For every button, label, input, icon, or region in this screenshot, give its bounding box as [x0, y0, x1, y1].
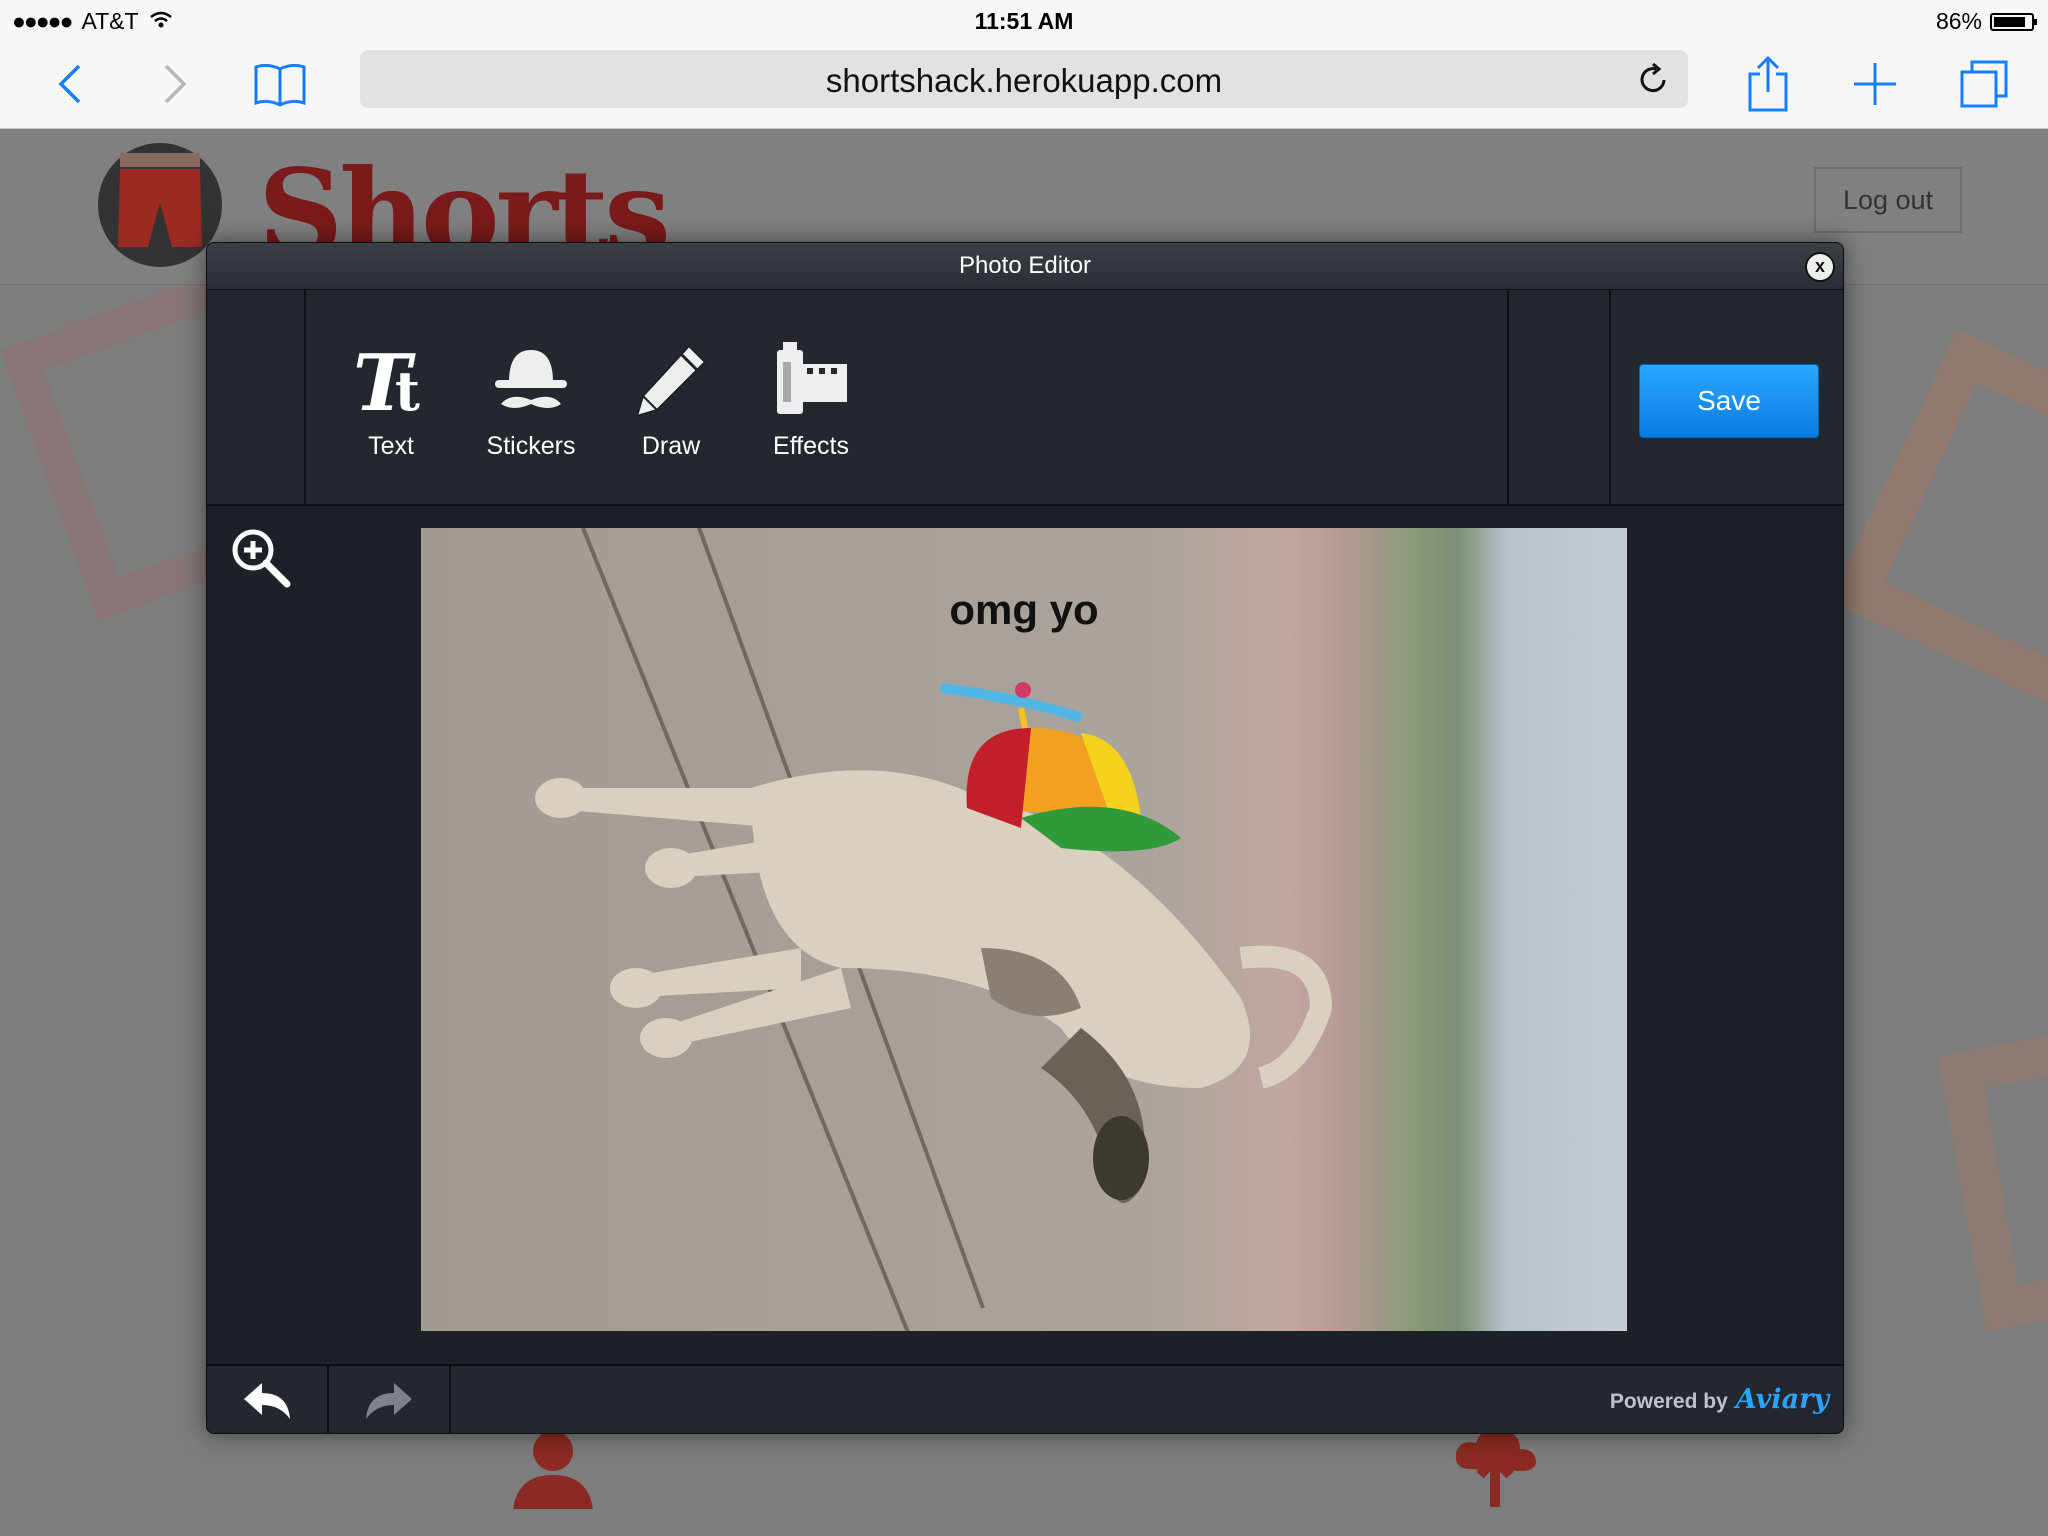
dog-image [535, 682, 1333, 1203]
logo-shorts-icon[interactable] [98, 143, 222, 267]
film-icon [751, 340, 871, 420]
save-button[interactable]: Save [1639, 364, 1819, 438]
text-icon: Tt [331, 340, 451, 420]
zoom-in-icon[interactable] [229, 526, 293, 595]
photo-text-overlay[interactable]: omg yo [421, 586, 1627, 634]
toolbar-left-pad [207, 290, 306, 504]
forward-icon[interactable] [145, 54, 205, 114]
decorative-shape [1937, 1006, 2048, 1332]
redo-button[interactable] [329, 1366, 451, 1433]
tool-draw-label: Draw [641, 432, 701, 460]
new-tab-icon[interactable] [1845, 54, 1905, 114]
dialog-title: Photo Editor [207, 243, 1843, 290]
battery-icon [1990, 12, 2037, 31]
decorative-shape [1830, 329, 2048, 729]
toolbar-right-pad [1507, 290, 1611, 504]
canvas-area: omg yo [207, 506, 1843, 1363]
back-icon[interactable] [40, 54, 100, 114]
address-bar[interactable]: shortshack.herokuapp.com [360, 50, 1688, 108]
battery-level [1994, 16, 2025, 27]
aviary-logo[interactable]: Aviary [1736, 1384, 1829, 1415]
tool-text-label: Text [368, 432, 414, 460]
status-bar: ●●●●● AT&T 11:51 AM 86% [0, 0, 2048, 42]
profile-icon[interactable] [508, 1429, 598, 1514]
photo-canvas[interactable]: omg yo [421, 528, 1627, 1331]
browser-toolbar: shortshack.herokuapp.com [0, 42, 2048, 129]
share-icon[interactable] [1738, 54, 1798, 114]
battery-percent: 86% [1935, 8, 1982, 34]
reload-icon[interactable] [1638, 62, 1670, 101]
tool-row: Tt Text Stickers Draw Effects Save [207, 290, 1843, 506]
tool-draw[interactable]: Draw [611, 340, 731, 461]
tool-stickers-label: Stickers [486, 432, 576, 460]
undo-button[interactable] [207, 1366, 329, 1433]
editor-footer: Powered by Aviary [207, 1364, 1843, 1433]
close-button[interactable]: x [1805, 252, 1835, 282]
tool-effects[interactable]: Effects [751, 340, 871, 461]
svg-text:t: t [395, 359, 420, 420]
clock: 11:51 AM [974, 8, 1074, 34]
undo-icon [244, 1382, 290, 1419]
logout-button[interactable]: Log out [1814, 167, 1962, 233]
tool-effects-label: Effects [773, 432, 849, 460]
redo-icon [366, 1382, 412, 1419]
bookmarks-icon[interactable] [250, 54, 310, 114]
tool-text[interactable]: Tt Text [331, 340, 451, 461]
stickers-icon [471, 340, 591, 420]
url-text[interactable]: shortshack.herokuapp.com [360, 62, 1688, 100]
powered-by-label: Powered by [1609, 1390, 1728, 1413]
tool-stickers[interactable]: Stickers [471, 340, 591, 461]
photo-editor-dialog: Photo Editor x Tt Text Stickers Draw Eff… [206, 242, 1844, 1434]
tabs-icon[interactable] [1954, 54, 2014, 114]
powered-by: Powered by Aviary [1610, 1384, 1829, 1415]
pencil-icon [611, 340, 731, 420]
